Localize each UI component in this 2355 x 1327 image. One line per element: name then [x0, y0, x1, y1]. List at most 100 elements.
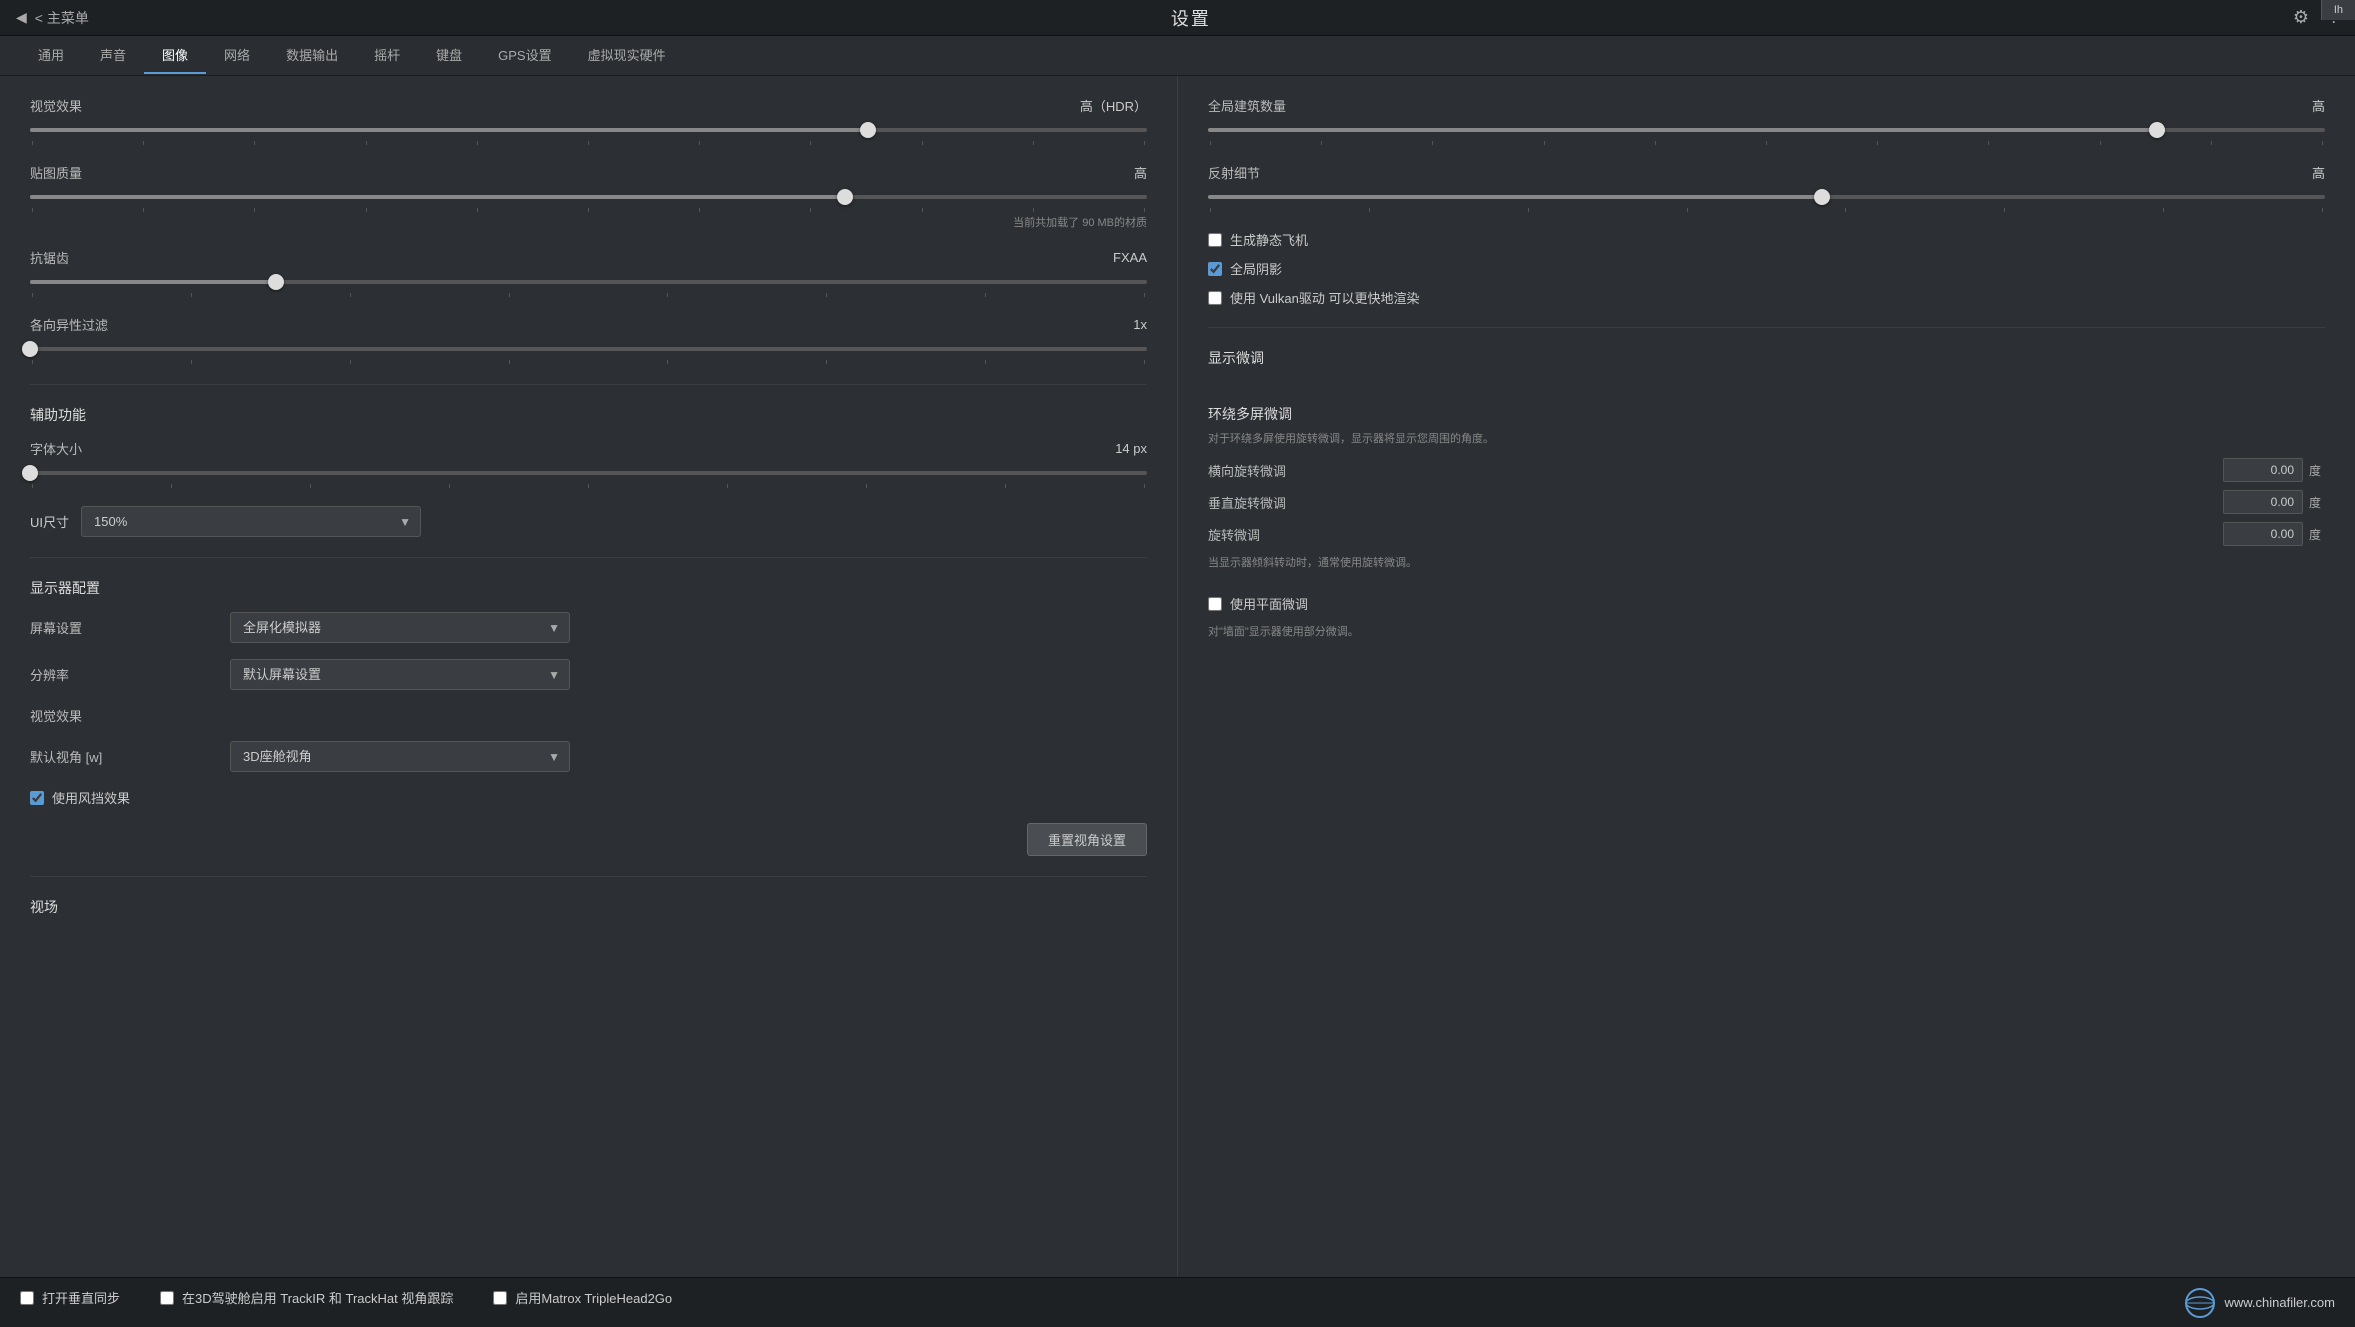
resolution-select[interactable]: 默认屏幕设置 1920x1080 2560x1440 — [230, 659, 570, 690]
reset-view-button[interactable]: 重置视角设置 — [1027, 823, 1147, 856]
static-aircraft-checkbox[interactable] — [1208, 233, 1222, 247]
window-title: 设置 — [1171, 5, 1211, 31]
global-buildings-row: 全局建筑数量 高 — [1208, 96, 2325, 145]
texture-quality-sublabel: 当前共加载了 90 MB的材质 — [30, 214, 1147, 230]
reflection-detail-value: 高 — [2312, 163, 2325, 182]
h-rotate-input-group: 度 — [2223, 458, 2325, 482]
reflection-detail-row: 反射细节 高 — [1208, 163, 2325, 212]
h-rotate-unit: 度 — [2309, 462, 2325, 479]
visual-effects-row: 视觉效果 高（HDR） — [30, 96, 1147, 145]
top-badge: Ih — [2321, 0, 2355, 20]
back-button[interactable]: ◀ < 主菜单 — [16, 8, 89, 28]
visual-effects-slider[interactable] — [30, 121, 1147, 139]
rotation-desc: 当显示器倾斜转动时，通常使用旋转微调。 — [1208, 554, 2325, 570]
titlebar: ◀ < 主菜单 设置 ⚙ ? — [0, 0, 2355, 36]
texture-quality-slider[interactable] — [30, 188, 1147, 206]
tab-data-output[interactable]: 数据输出 — [268, 37, 356, 74]
reflection-detail-label: 反射细节 — [1208, 163, 1260, 182]
matrox-row: 启用Matrox TripleHead2Go — [493, 1288, 672, 1307]
default-view-select[interactable]: 3D座舱视角 2D座舱视角 外部视角 — [230, 741, 570, 772]
settings-icon[interactable]: ⚙ — [2293, 7, 2309, 28]
logo-icon — [2184, 1287, 2216, 1319]
vulkan-checkbox[interactable] — [1208, 291, 1222, 305]
matrox-checkbox[interactable] — [493, 1291, 507, 1305]
vsync-checkbox[interactable] — [20, 1291, 34, 1305]
tab-general[interactable]: 通用 — [20, 37, 82, 74]
flat-screen-checkbox[interactable] — [1208, 597, 1222, 611]
screen-setting-row: 屏幕设置 全屏化模拟器 窗口化 全屏 ▼ — [30, 612, 1147, 643]
tab-vr[interactable]: 虚拟现实硬件 — [570, 37, 684, 74]
reflection-detail-slider[interactable] — [1208, 188, 2325, 206]
display-fine-tune-section: 显示微调 环绕多屏微调 对于环绕多屏使用旋转微调，显示器将显示您周围的角度。 横… — [1208, 348, 2325, 639]
multi-screen-title: 环绕多屏微调 — [1208, 404, 2325, 424]
resolution-row: 分辨率 默认屏幕设置 1920x1080 2560x1440 ▼ — [30, 659, 1147, 690]
tab-keyboard[interactable]: 键盘 — [418, 37, 480, 74]
h-rotate-input[interactable] — [2223, 458, 2303, 482]
resolution-label: 分辨率 — [30, 665, 230, 684]
static-aircraft-row: 生成静态飞机 — [1208, 230, 2325, 249]
texture-quality-value: 高 — [1134, 163, 1147, 182]
visual-effects-2-row: 视觉效果 — [30, 706, 1147, 725]
multi-screen-desc: 对于环绕多屏使用旋转微调，显示器将显示您周围的角度。 — [1208, 430, 2325, 446]
left-panel: 视觉效果 高（HDR） 贴图质量 高 — [0, 76, 1178, 1277]
rotation-unit: 度 — [2309, 526, 2325, 543]
ui-size-label: UI尺寸 — [30, 512, 69, 531]
visual-effects-value: 高（HDR） — [1080, 96, 1147, 115]
default-view-dropdown-wrapper: 3D座舱视角 2D座舱视角 外部视角 ▼ — [230, 741, 570, 772]
vsync-row: 打开垂直同步 — [20, 1288, 120, 1307]
font-size-row: 字体大小 14 px — [30, 439, 1147, 488]
default-view-label: 默认视角 [w] — [30, 747, 230, 766]
global-shadow-checkbox[interactable] — [1208, 262, 1222, 276]
trackir-row: 在3D驾驶舱启用 TrackIR 和 TrackHat 视角跟踪 — [160, 1288, 453, 1307]
anti-aliasing-value: FXAA — [1113, 250, 1147, 265]
aux-section-title: 辅助功能 — [30, 405, 1147, 425]
font-size-label: 字体大小 — [30, 439, 82, 458]
v-rotate-unit: 度 — [2309, 494, 2325, 511]
tab-joystick[interactable]: 摇杆 — [356, 37, 418, 74]
tab-sound[interactable]: 声音 — [82, 37, 144, 74]
vsync-label: 打开垂直同步 — [42, 1288, 120, 1307]
visual-effects-2-label: 视觉效果 — [30, 706, 82, 725]
aniso-filter-row: 各向异性过滤 1x — [30, 315, 1147, 364]
aniso-filter-label: 各向异性过滤 — [30, 315, 108, 334]
global-buildings-label: 全局建筑数量 — [1208, 96, 1286, 115]
screen-setting-select[interactable]: 全屏化模拟器 窗口化 全屏 — [230, 612, 570, 643]
windshield-checkbox[interactable] — [30, 791, 44, 805]
display-fine-tune-title: 显示微调 — [1208, 348, 2325, 368]
flat-screen-label: 使用平面微调 — [1230, 594, 1308, 613]
h-rotate-row: 横向旋转微调 度 — [1208, 458, 2325, 482]
flat-screen-desc: 对"墙面"显示器使用部分微调。 — [1208, 623, 2325, 639]
font-size-value: 14 px — [1115, 441, 1147, 456]
global-shadow-label: 全局阴影 — [1230, 259, 1282, 278]
tab-gps[interactable]: GPS设置 — [480, 37, 569, 74]
tabbar: 通用 声音 图像 网络 数据输出 摇杆 键盘 GPS设置 虚拟现实硬件 — [0, 36, 2355, 76]
windshield-row: 使用风挡效果 — [30, 788, 1147, 807]
anti-aliasing-slider[interactable] — [30, 273, 1147, 291]
v-rotate-input-group: 度 — [2223, 490, 2325, 514]
default-view-row: 默认视角 [w] 3D座舱视角 2D座舱视角 外部视角 ▼ — [30, 741, 1147, 772]
trackir-checkbox[interactable] — [160, 1291, 174, 1305]
rotation-row: 旋转微调 度 — [1208, 522, 2325, 546]
screen-setting-label: 屏幕设置 — [30, 618, 230, 637]
ui-size-dropdown-wrapper: 100% 125% 150% 175% 200% ▼ — [81, 506, 421, 537]
v-rotate-label: 垂直旋转微调 — [1208, 493, 1286, 512]
bottom-bar: 打开垂直同步 在3D驾驶舱启用 TrackIR 和 TrackHat 视角跟踪 … — [0, 1277, 2355, 1327]
tab-graphics[interactable]: 图像 — [144, 37, 206, 74]
resolution-dropdown-wrapper: 默认屏幕设置 1920x1080 2560x1440 ▼ — [230, 659, 570, 690]
ui-size-select[interactable]: 100% 125% 150% 175% 200% — [81, 506, 421, 537]
global-shadow-row: 全局阴影 — [1208, 259, 2325, 278]
anti-aliasing-row: 抗锯齿 FXAA — [30, 248, 1147, 297]
tab-network[interactable]: 网络 — [206, 37, 268, 74]
v-rotate-row: 垂直旋转微调 度 — [1208, 490, 2325, 514]
v-rotate-input[interactable] — [2223, 490, 2303, 514]
h-rotate-label: 横向旋转微调 — [1208, 461, 1286, 480]
global-buildings-slider[interactable] — [1208, 121, 2325, 139]
vulkan-label: 使用 Vulkan驱动 可以更快地渲染 — [1230, 288, 1420, 307]
visual-effects-label: 视觉效果 — [30, 96, 82, 115]
texture-quality-label: 贴图质量 — [30, 163, 82, 182]
aniso-filter-slider[interactable] — [30, 340, 1147, 358]
right-panel: 全局建筑数量 高 反射细节 高 — [1178, 76, 2355, 1277]
font-size-slider[interactable] — [30, 464, 1147, 482]
screen-setting-dropdown-wrapper: 全屏化模拟器 窗口化 全屏 ▼ — [230, 612, 570, 643]
rotation-input[interactable] — [2223, 522, 2303, 546]
